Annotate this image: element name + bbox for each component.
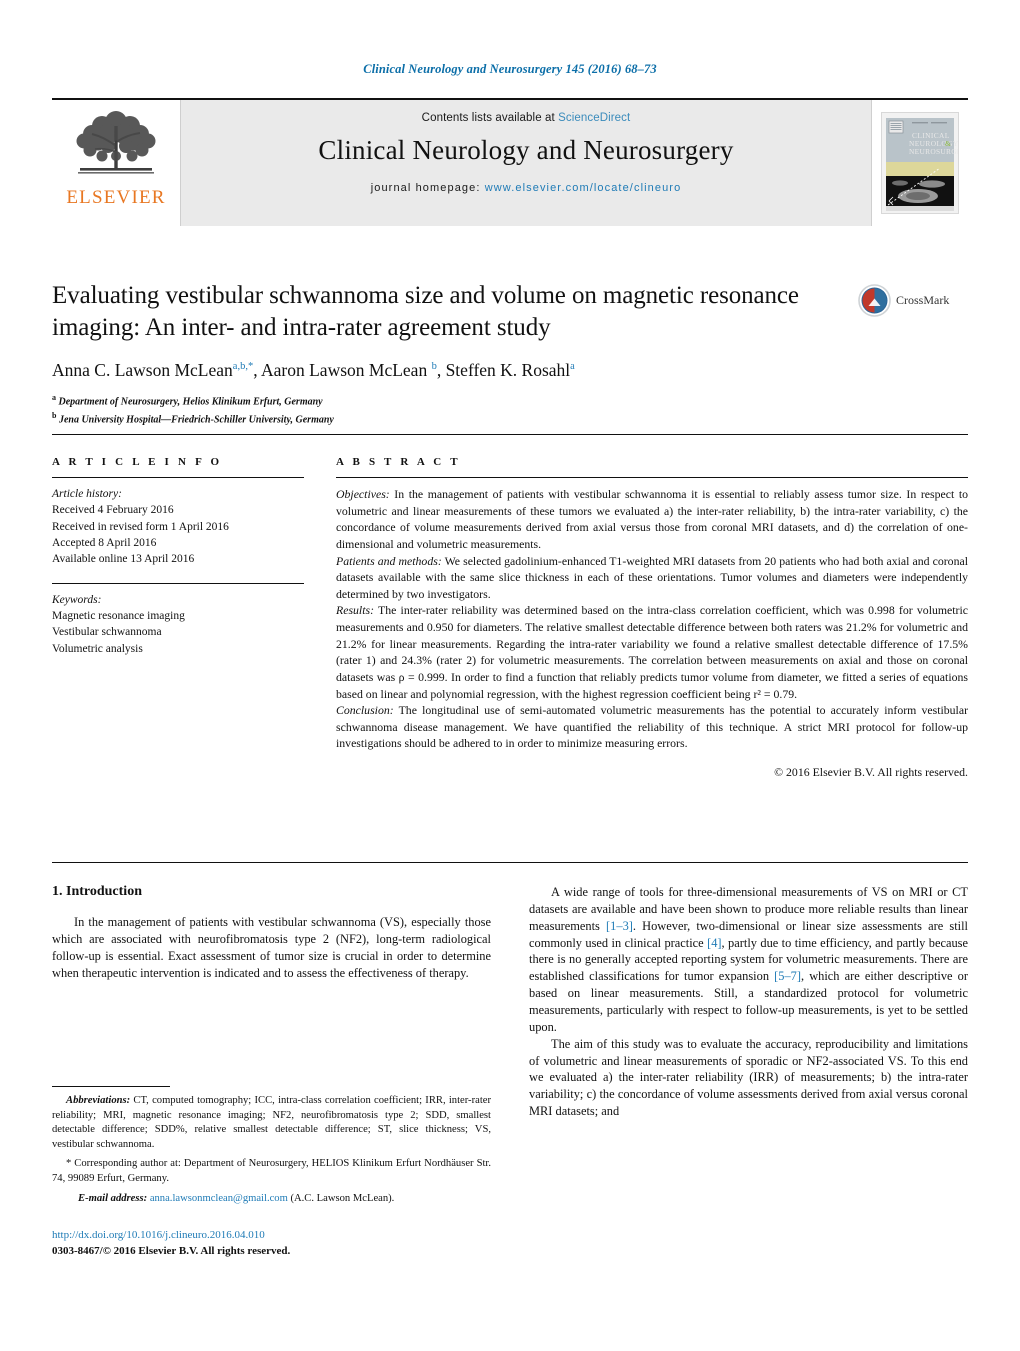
running-head: Clinical Neurology and Neurosurgery 145 …: [363, 62, 657, 76]
keyword-item: Volumetric analysis: [52, 642, 143, 655]
corresponding-author-note: * Corresponding author at: Department of…: [52, 1158, 491, 1185]
contents-available-line: Contents lists available at ScienceDirec…: [422, 112, 631, 124]
masthead-center: Contents lists available at ScienceDirec…: [180, 100, 872, 226]
history-item: Accepted 8 April 2016: [52, 536, 157, 549]
doi-link[interactable]: http://dx.doi.org/10.1016/j.clineuro.201…: [52, 1228, 522, 1244]
abstract-rule: [336, 477, 968, 478]
sciencedirect-link[interactable]: ScienceDirect: [558, 112, 630, 124]
objectives-label: Objectives:: [336, 487, 390, 501]
journal-cover-thumbnail: CLINICAL NEUROLOGY & NEUROSURGERY: [872, 100, 968, 226]
article-history-label: Article history:: [52, 488, 122, 500]
body-column-right: A wide range of tools for three-dimensio…: [529, 884, 968, 1120]
article-info-column: A R T I C L E I N F O Article history: R…: [52, 456, 304, 780]
email-suffix: (A.C. Lawson McLean).: [287, 1192, 395, 1204]
affiliation-a-text: Department of Neurosurgery, Helios Klini…: [58, 396, 323, 408]
citation-ref-1-3[interactable]: [1–3]: [606, 919, 633, 933]
affiliations: a Department of Neurosurgery, Helios Kli…: [52, 392, 968, 428]
email-link[interactable]: anna.lawsonmclean@gmail.com: [150, 1193, 288, 1204]
journal-article-page: Clinical Neurology and Neurosurgery 145 …: [0, 0, 1020, 1351]
keyword-item: Vestibular schwannoma: [52, 626, 162, 639]
history-item: Received 4 February 2016: [52, 504, 174, 517]
introduction-paragraph-1: In the management of patients with vesti…: [52, 915, 491, 980]
history-item: Received in revised form 1 April 2016: [52, 520, 229, 533]
body-section-rule: [52, 862, 968, 863]
journal-homepage-line: journal homepage: www.elsevier.com/locat…: [371, 182, 682, 194]
footnotes-block: Abbreviations: CT, computed tomography; …: [52, 1086, 491, 1211]
page-title: Evaluating vestibular schwannoma size an…: [52, 282, 799, 341]
journal-title: Clinical Neurology and Neurosurgery: [318, 135, 734, 165]
affiliation-b: b Jena University Hospital—Friedrich-Sch…: [52, 410, 334, 426]
article-info-heading: A R T I C L E I N F O: [52, 456, 223, 468]
history-item: Available online 13 April 2016: [52, 553, 195, 566]
elsevier-tree-icon: [76, 111, 156, 174]
svg-text:NEUROSURGERY: NEUROSURGERY: [909, 147, 959, 156]
keyword-item: Magnetic resonance imaging: [52, 609, 185, 622]
abbreviations-note: Abbreviations: CT, computed tomography; …: [52, 1094, 491, 1152]
crossmark-icon: [858, 284, 891, 317]
abstract-body: Objectives: In the management of patient…: [336, 486, 968, 752]
methods-label: Patients and methods:: [336, 553, 442, 568]
abstract-objectives: Objectives: In the management of patient…: [336, 486, 968, 553]
footnote-rule: [52, 1086, 170, 1087]
article-history: Article history: Received 4 February 201…: [52, 486, 304, 568]
abstract-results: Results: The inter-rater reliability was…: [336, 602, 968, 702]
affiliation-b-text: Jena University Hospital—Friedrich-Schil…: [58, 414, 334, 426]
objectives-text: In the management of patients with vesti…: [336, 487, 968, 551]
doi-block: http://dx.doi.org/10.1016/j.clineuro.201…: [52, 1228, 522, 1259]
citation-ref-4[interactable]: [4]: [707, 936, 721, 950]
affiliation-a: a Department of Neurosurgery, Helios Kli…: [52, 393, 323, 408]
email-note: E-mail address: anna.lawsonmclean@gmail.…: [52, 1192, 491, 1207]
abbreviations-label: Abbreviations:: [66, 1095, 131, 1106]
journal-masthead: ELSEVIER Contents lists available at Sci…: [52, 98, 968, 226]
article-title-block: Evaluating vestibular schwannoma size an…: [52, 280, 968, 428]
abstract-copyright: © 2016 Elsevier B.V. All rights reserved…: [774, 765, 968, 779]
keywords-rule: [52, 582, 304, 584]
results-label: Results:: [336, 603, 375, 618]
journal-homepage-link[interactable]: www.elsevier.com/locate/clineuro: [485, 182, 682, 194]
keywords-group: Keywords: Magnetic resonance imaging Ves…: [52, 592, 304, 657]
abstract-column: A B S T R A C T Objectives: In the manag…: [336, 456, 968, 780]
article-info-rule: [52, 477, 304, 478]
email-label: E-mail address:: [78, 1192, 148, 1204]
authors-text: Anna C. Lawson McLeana,b,*, Aaron Lawson…: [52, 360, 575, 380]
abstract-heading: A B S T R A C T: [336, 456, 461, 468]
abstract-methods: Patients and methods: We selected gadoli…: [336, 553, 968, 603]
abstract-conclusion: Conclusion: The longitudinal use of semi…: [336, 702, 968, 752]
introduction-paragraph-3: The aim of this study was to evaluate th…: [529, 1036, 968, 1119]
crossmark-badge[interactable]: CrossMark: [858, 284, 968, 317]
homepage-prefix: journal homepage:: [370, 182, 485, 194]
elsevier-logo: ELSEVIER: [52, 100, 180, 226]
citation-ref-5-7[interactable]: [5–7]: [774, 969, 801, 983]
crossmark-label: CrossMark: [896, 293, 950, 307]
body-column-left: 1. Introduction In the management of pat…: [52, 884, 491, 1120]
results-text: The inter-rater reliability was determin…: [336, 603, 968, 701]
body-columns: 1. Introduction In the management of pat…: [52, 884, 968, 1120]
info-abstract-columns: A R T I C L E I N F O Article history: R…: [52, 456, 968, 780]
introduction-heading: 1. Introduction: [52, 884, 142, 899]
author-list: Anna C. Lawson McLeana,b,*, Aaron Lawson…: [52, 360, 968, 381]
info-section-rule: [52, 434, 968, 435]
conclusion-label: Conclusion:: [336, 703, 394, 718]
cover-image: CLINICAL NEUROLOGY & NEUROSURGERY: [881, 112, 959, 214]
keywords-label: Keywords:: [52, 593, 102, 606]
introduction-paragraph-2: A wide range of tools for three-dimensio…: [529, 884, 968, 1036]
contents-prefix: Contents lists available at: [421, 112, 559, 124]
elsevier-wordmark: ELSEVIER: [66, 187, 166, 208]
issn-copyright: 0303-8467/© 2016 Elsevier B.V. All right…: [52, 1244, 291, 1257]
conclusion-text: The longitudinal use of semi-automated v…: [336, 703, 968, 751]
